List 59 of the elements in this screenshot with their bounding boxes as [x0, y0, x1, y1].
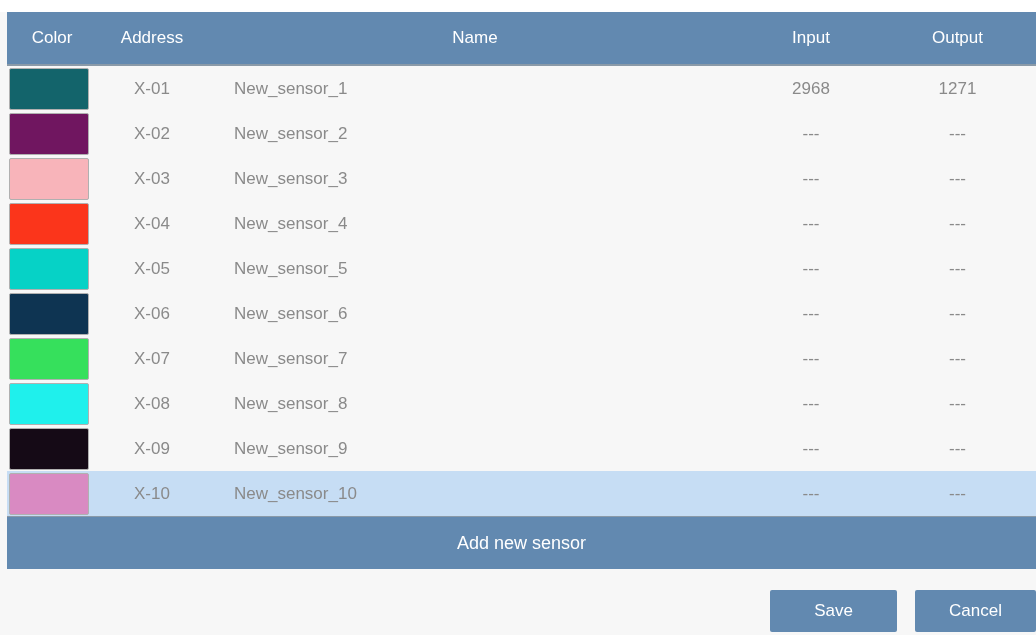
name-text: New_sensor_8	[234, 393, 348, 413]
address-text: X-04	[134, 212, 170, 235]
input-value: ---	[802, 302, 820, 325]
address-text: X-05	[134, 257, 170, 280]
input-value: ---	[802, 392, 820, 415]
color-swatch[interactable]	[9, 292, 89, 335]
address-text: X-06	[134, 302, 170, 325]
output-value: ---	[949, 302, 966, 325]
output-value: ---	[949, 212, 966, 235]
output-value: ---	[949, 257, 966, 280]
name-text: New_sensor_10	[234, 483, 357, 503]
address-text: X-09	[134, 437, 170, 460]
cancel-button[interactable]: Cancel	[915, 590, 1036, 632]
color-swatch[interactable]	[9, 112, 89, 155]
input-value: 2968	[792, 77, 830, 100]
name-text: New_sensor_9	[234, 438, 348, 458]
save-button[interactable]: Save	[770, 590, 897, 632]
input-value: ---	[802, 122, 820, 145]
add-sensor-button[interactable]: Add new sensor	[7, 516, 1036, 569]
address-text: X-10	[134, 482, 170, 505]
input-value: ---	[802, 167, 820, 190]
address-text: X-07	[134, 347, 170, 370]
color-swatch[interactable]	[9, 427, 89, 470]
column-header: Name	[452, 27, 498, 50]
address-text: X-02	[134, 122, 170, 145]
color-swatch[interactable]	[9, 382, 89, 425]
address-text: X-01	[134, 77, 170, 100]
color-swatch[interactable]	[9, 247, 89, 290]
name-text: New_sensor_3	[234, 168, 348, 188]
name-text: New_sensor_5	[234, 258, 348, 278]
input-value: ---	[802, 257, 820, 280]
address-text: X-03	[134, 167, 170, 190]
column-header: Color	[31, 27, 73, 50]
name-text: New_sensor_4	[234, 213, 348, 233]
color-swatch[interactable]	[9, 202, 89, 245]
name-text: New_sensor_7	[234, 348, 348, 368]
input-value: ---	[802, 347, 820, 370]
name-text: New_sensor_1	[234, 78, 348, 98]
color-swatch[interactable]	[9, 472, 89, 515]
output-value: ---	[949, 437, 966, 460]
output-value: 1271	[938, 77, 977, 100]
color-swatch[interactable]	[9, 67, 89, 110]
output-value: ---	[949, 122, 966, 145]
output-value: ---	[949, 482, 966, 505]
input-value: ---	[802, 482, 820, 505]
table-row[interactable]: X-10 New_sensor_10 --- ---	[7, 471, 1036, 516]
column-header: Output	[931, 27, 983, 50]
output-value: ---	[949, 167, 966, 190]
color-swatch[interactable]	[9, 337, 89, 380]
output-value: ---	[949, 347, 966, 370]
input-value: ---	[802, 212, 820, 235]
output-value: ---	[949, 392, 966, 415]
address-text: X-08	[134, 392, 170, 415]
name-text: New_sensor_6	[234, 303, 348, 323]
column-header: Input	[792, 27, 830, 50]
color-swatch[interactable]	[9, 157, 89, 200]
input-value: ---	[802, 437, 820, 460]
column-header: Address	[120, 27, 184, 50]
name-text: New_sensor_2	[234, 123, 348, 143]
